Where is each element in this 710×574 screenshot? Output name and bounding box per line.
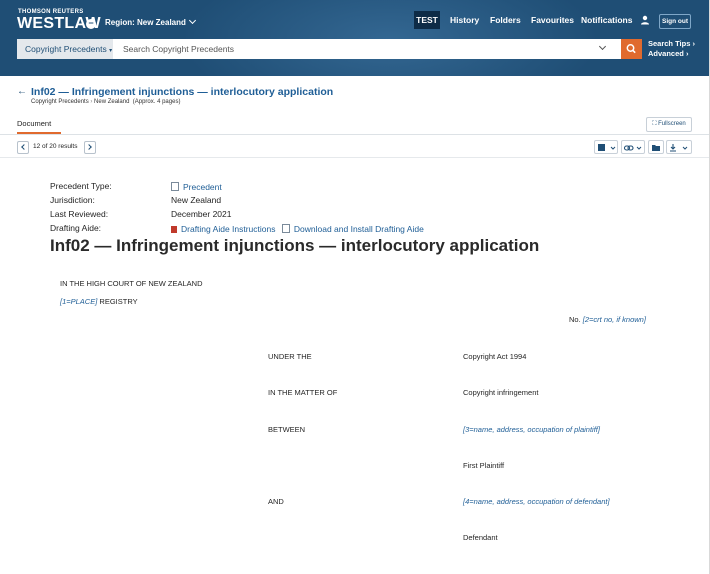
folder-icon (652, 145, 660, 151)
link-icon (623, 145, 642, 151)
divider (0, 134, 710, 135)
meta-label-jurisdiction: Jurisdiction: (50, 195, 95, 205)
advanced-label: Advanced (648, 49, 684, 58)
back-arrow-icon[interactable]: ← (17, 86, 27, 97)
scope-caret-icon: ▾ (109, 48, 113, 54)
search-tips-links: Search Tips › Advanced › (648, 39, 695, 59)
fullscreen-label: Fullscreen (658, 121, 686, 127)
search-input[interactable]: Search Copyright Precedents (113, 39, 621, 59)
advanced-search-link[interactable]: Advanced › (648, 49, 695, 59)
search-tips-label: Search Tips (648, 39, 691, 48)
plaintiff-placeholder: [3=name, address, occupation of plaintif… (463, 425, 600, 434)
registry-label: REGISTRY (99, 297, 138, 306)
top-header: THOMSON REUTERS WESTLAW − Region: New Ze… (0, 0, 710, 76)
meta-value-last-reviewed: December 2021 (171, 209, 232, 219)
nav-history[interactable]: History (450, 11, 479, 29)
collapse-minus-icon[interactable]: − (86, 19, 96, 29)
folder-button[interactable] (648, 140, 664, 154)
party-label-in-the-matter-of: IN THE MATTER OF (268, 388, 338, 397)
party-value-act: Copyright Act 1994 (463, 352, 527, 361)
registry-line: [1=PLACE] REGISTRY (60, 297, 138, 306)
chevron-left-icon (21, 144, 27, 150)
document-title: Inf02 — Infringement injunctions — inter… (31, 86, 334, 98)
meta-label-drafting-aide: Drafting Aide: (50, 223, 102, 233)
court-number-placeholder: [2=crt no, if known] (582, 315, 646, 324)
party-label-between: BETWEEN (268, 425, 306, 434)
download-icon (670, 144, 688, 152)
party-label-under-the: UNDER THE (268, 352, 312, 361)
court-name: IN THE HIGH COURT OF NEW ZEALAND (60, 279, 203, 288)
download-button[interactable] (666, 140, 692, 154)
breadcrumb-collection[interactable]: Copyright Precedents (31, 99, 89, 105)
user-icon[interactable] (640, 15, 650, 25)
search-scope-label: Copyright Precedents (25, 44, 107, 54)
previous-result-button[interactable] (17, 141, 29, 154)
nav-test[interactable]: TEST (414, 11, 440, 29)
nav-folders[interactable]: Folders (490, 11, 521, 29)
annotate-button[interactable] (594, 140, 618, 154)
search-scope-dropdown[interactable]: Copyright Precedents ▾ (17, 39, 113, 59)
download-drafting-aide-label: Download and Install Drafting Aide (293, 224, 424, 234)
breadcrumb-jurisdiction[interactable]: New Zealand (94, 99, 129, 105)
breadcrumb: Copyright Precedents › New Zealand (Appr… (31, 99, 181, 105)
sign-out-button[interactable]: Sign out (659, 14, 691, 29)
divider (0, 157, 710, 158)
drafting-aide-instructions-label: Drafting Aide Instructions (181, 224, 276, 234)
nav-notifications[interactable]: Notifications (581, 11, 632, 29)
results-count: 12 of 20 results (33, 143, 78, 150)
region-selector[interactable]: Region: New Zealand (105, 16, 196, 27)
meta-label-precedent-type: Precedent Type: (50, 181, 112, 191)
defendant-label: Defendant (463, 533, 498, 542)
drafting-aide-instructions-link[interactable]: Drafting Aide Instructions (171, 224, 276, 234)
nav-favourites[interactable]: Favourites (531, 11, 574, 29)
document-heading: Inf02 — Infringement injunctions — inter… (50, 236, 540, 255)
link-button[interactable] (621, 140, 645, 154)
first-plaintiff-label: First Plaintiff (463, 461, 505, 470)
meta-value-drafting-aide: Drafting Aide Instructions Download and … (171, 223, 424, 234)
court-number-label: No. (569, 315, 581, 324)
meta-value-precedent-type[interactable]: Precedent (171, 181, 222, 192)
document-icon (281, 224, 290, 233)
fullscreen-button[interactable]: ⛶ Fullscreen (646, 117, 692, 132)
meta-value-jurisdiction: New Zealand (171, 195, 222, 205)
precedent-type-link: Precedent (183, 182, 222, 192)
place-placeholder: [1=PLACE] (60, 297, 98, 306)
defendant-placeholder: [4=name, address, occupation of defendan… (463, 497, 610, 506)
search-button[interactable] (621, 39, 642, 59)
document-icon (171, 182, 179, 191)
region-label: Region: New Zealand (105, 18, 186, 27)
expand-icon: ⛶ (652, 121, 657, 127)
download-drafting-aide-link[interactable]: Download and Install Drafting Aide (281, 224, 424, 234)
next-result-button[interactable] (84, 141, 96, 154)
search-tips-link[interactable]: Search Tips › (648, 39, 695, 49)
chevron-right-icon (86, 144, 92, 150)
court-number-line: No. [2=crt no, if known] (569, 315, 646, 324)
pdf-icon (171, 226, 177, 233)
page-count: (Approx. 4 pages) (132, 99, 181, 105)
meta-label-last-reviewed: Last Reviewed: (50, 209, 109, 219)
chevron-down-icon (188, 16, 196, 25)
search-icon (626, 44, 636, 54)
tab-document[interactable]: Document (17, 119, 51, 128)
party-label-and: AND (268, 497, 284, 506)
party-value-matter: Copyright infringement (463, 388, 539, 397)
sticky-note-icon (598, 144, 616, 151)
